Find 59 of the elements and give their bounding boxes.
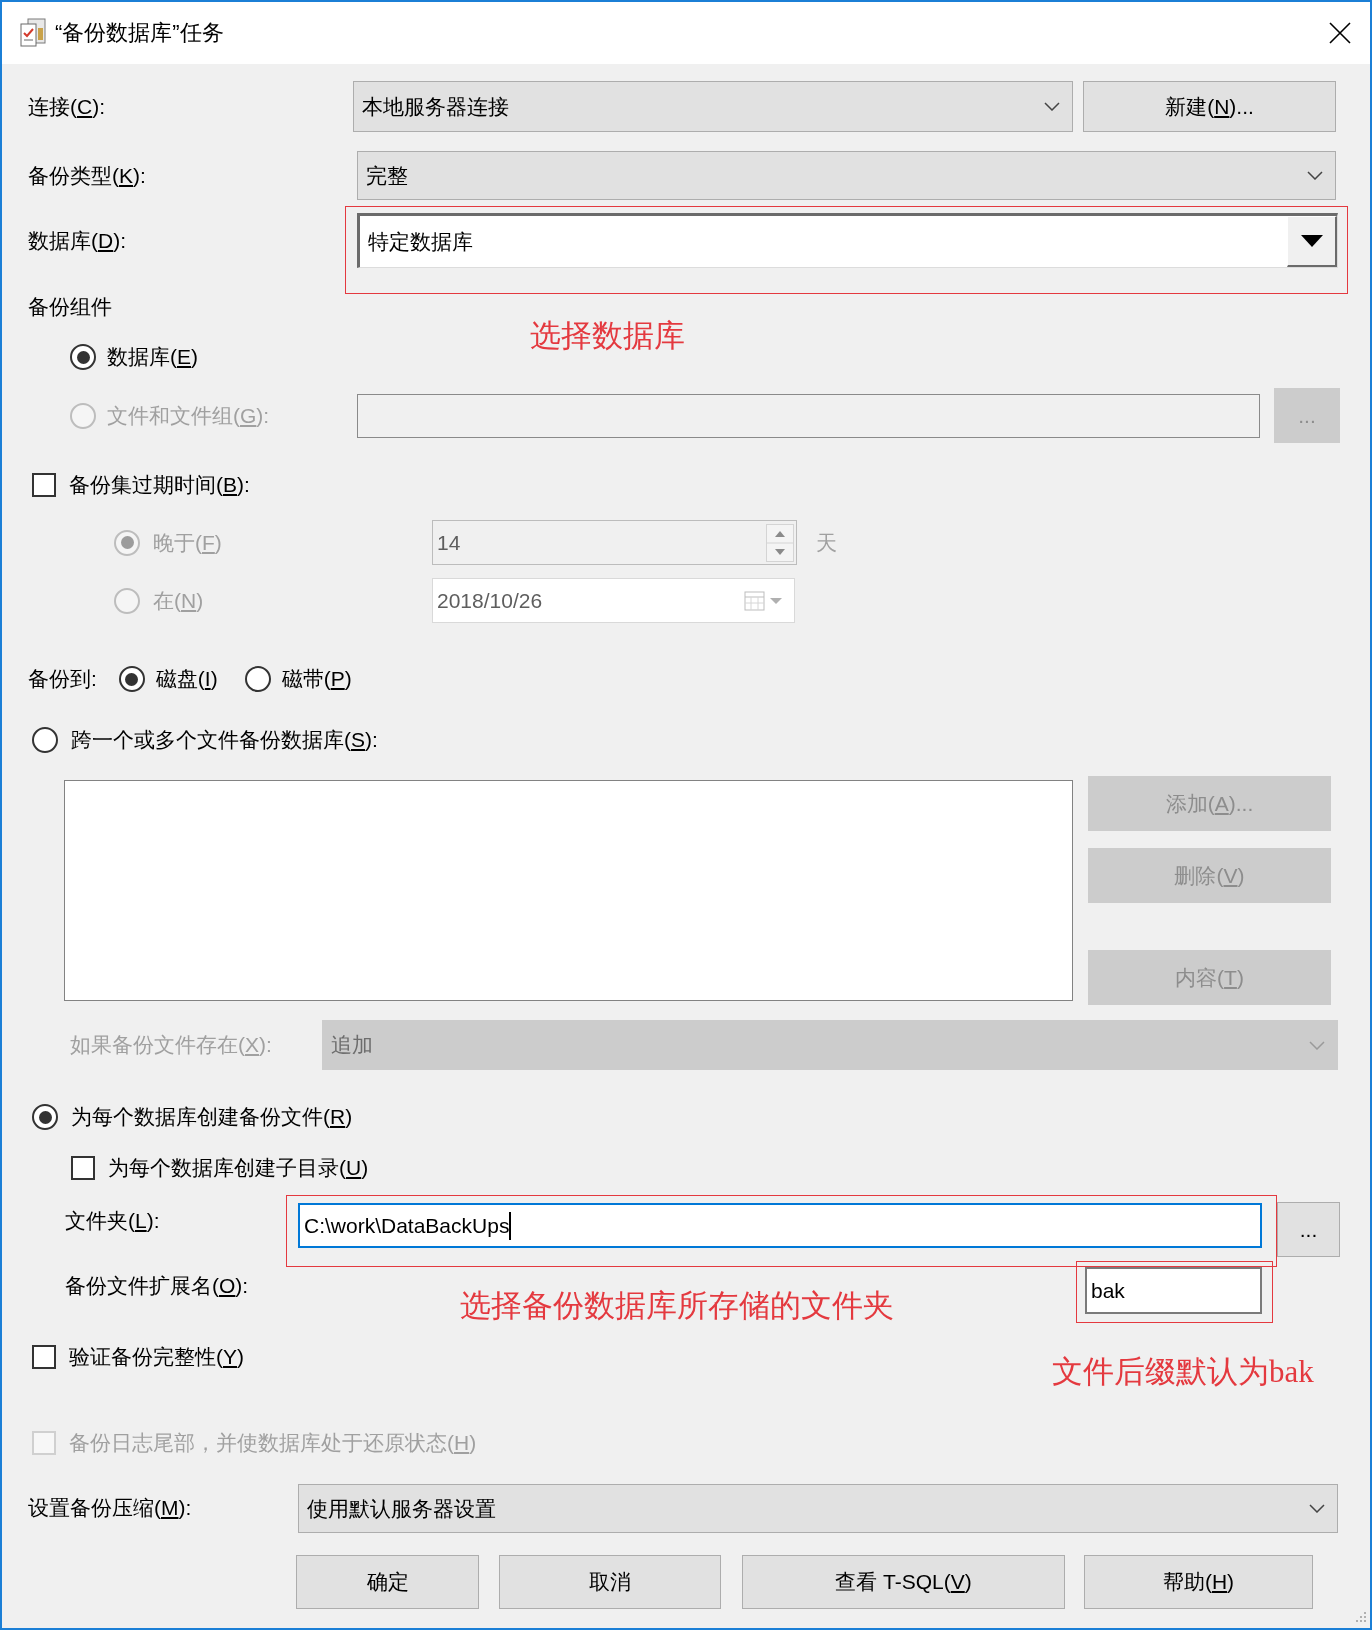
- chevron-down-icon: [1309, 1504, 1325, 1513]
- chevron-down-icon: [1309, 1040, 1325, 1050]
- calendar-icon: [744, 590, 784, 611]
- radio-label: 数据库(E): [107, 344, 198, 370]
- annotation-note: 选择备份数据库所存储的文件夹: [460, 1288, 894, 1323]
- field-label: 备份到:: [28, 666, 97, 692]
- chevron-down-icon: [1044, 102, 1060, 111]
- radio-label: 文件和文件组(G):: [107, 402, 270, 429]
- radio-button[interactable]: [32, 727, 58, 753]
- extension-field[interactable]: bak: [1085, 1267, 1262, 1314]
- checkbox-label: 验证备份完整性(Y): [69, 1344, 244, 1370]
- radio-label: 在(N): [153, 587, 204, 614]
- spinner-arrows-icon: [766, 523, 794, 562]
- close-icon: [1329, 22, 1351, 44]
- checkbox-label: 备份集过期时间(B):: [69, 472, 250, 498]
- annotation-note: 文件后缀默认为bak: [1052, 1354, 1314, 1390]
- field-label: 设置备份压缩(M):: [28, 1496, 192, 1519]
- database-dropdown[interactable]: 特定数据库: [357, 213, 1338, 268]
- files-field[interactable]: [357, 393, 1260, 438]
- unit-label: 天: [816, 529, 837, 556]
- resize-grip-icon: [1353, 1611, 1367, 1625]
- radio-button[interactable]: [70, 344, 96, 370]
- annotation-note: 选择数据库: [530, 318, 685, 354]
- field-label: 数据库(D):: [28, 228, 127, 254]
- field-label: 文件夹(L):: [65, 1208, 161, 1234]
- dialog-button[interactable]: 查看 T-SQL(V): [742, 1555, 1065, 1609]
- checkbox-label: 备份日志尾部，并使数据库处于还原状态(H): [69, 1430, 477, 1456]
- field-label: 备份类型(K):: [28, 162, 147, 189]
- text-cursor-icon: [509, 1211, 512, 1240]
- dropdown-arrow-icon: [1300, 235, 1323, 247]
- field-label: 备份文件扩展名(O):: [65, 1273, 250, 1299]
- dialog-button[interactable]: 确定: [296, 1555, 479, 1609]
- browse-button[interactable]: ...: [1277, 1202, 1340, 1257]
- field-label: 连接(C):: [28, 93, 106, 120]
- document-icon: [19, 18, 47, 48]
- checkbox[interactable]: [71, 1156, 95, 1180]
- radio-button[interactable]: [32, 1104, 58, 1130]
- folder-field[interactable]: C:\work\DataBackUps: [298, 1203, 1262, 1248]
- radio-label: 磁盘(I): [155, 666, 218, 692]
- chevron-down-icon: [1307, 171, 1323, 180]
- dropdown-button[interactable]: [1287, 216, 1337, 267]
- backup-type-dropdown[interactable]: 完整: [357, 151, 1336, 200]
- field-label: 如果备份文件存在(X):: [70, 1032, 272, 1056]
- dialog-button[interactable]: 取消: [499, 1555, 721, 1609]
- checkbox[interactable]: [32, 473, 56, 497]
- radio-label: 晚于(F): [153, 529, 222, 556]
- radio-label: 为每个数据库创建备份文件(R): [71, 1104, 353, 1130]
- radio-button[interactable]: [244, 666, 271, 692]
- window-title: “备份数据库”任务: [55, 19, 224, 47]
- connection-dropdown[interactable]: 本地服务器连接: [353, 81, 1073, 132]
- dialog-button[interactable]: 帮助(H): [1084, 1555, 1313, 1609]
- radio-button[interactable]: [118, 666, 145, 692]
- radio-label: 磁带(P): [281, 666, 352, 692]
- checkbox-label: 为每个数据库创建子目录(U): [108, 1155, 369, 1181]
- group-heading: 备份组件: [28, 294, 113, 320]
- checkbox[interactable]: [32, 1345, 56, 1369]
- new-button[interactable]: 新建(N)...: [1083, 81, 1336, 132]
- radio-label: 跨一个或多个文件备份数据库(S):: [71, 727, 378, 753]
- compression-dropdown[interactable]: 使用默认服务器设置: [298, 1484, 1338, 1533]
